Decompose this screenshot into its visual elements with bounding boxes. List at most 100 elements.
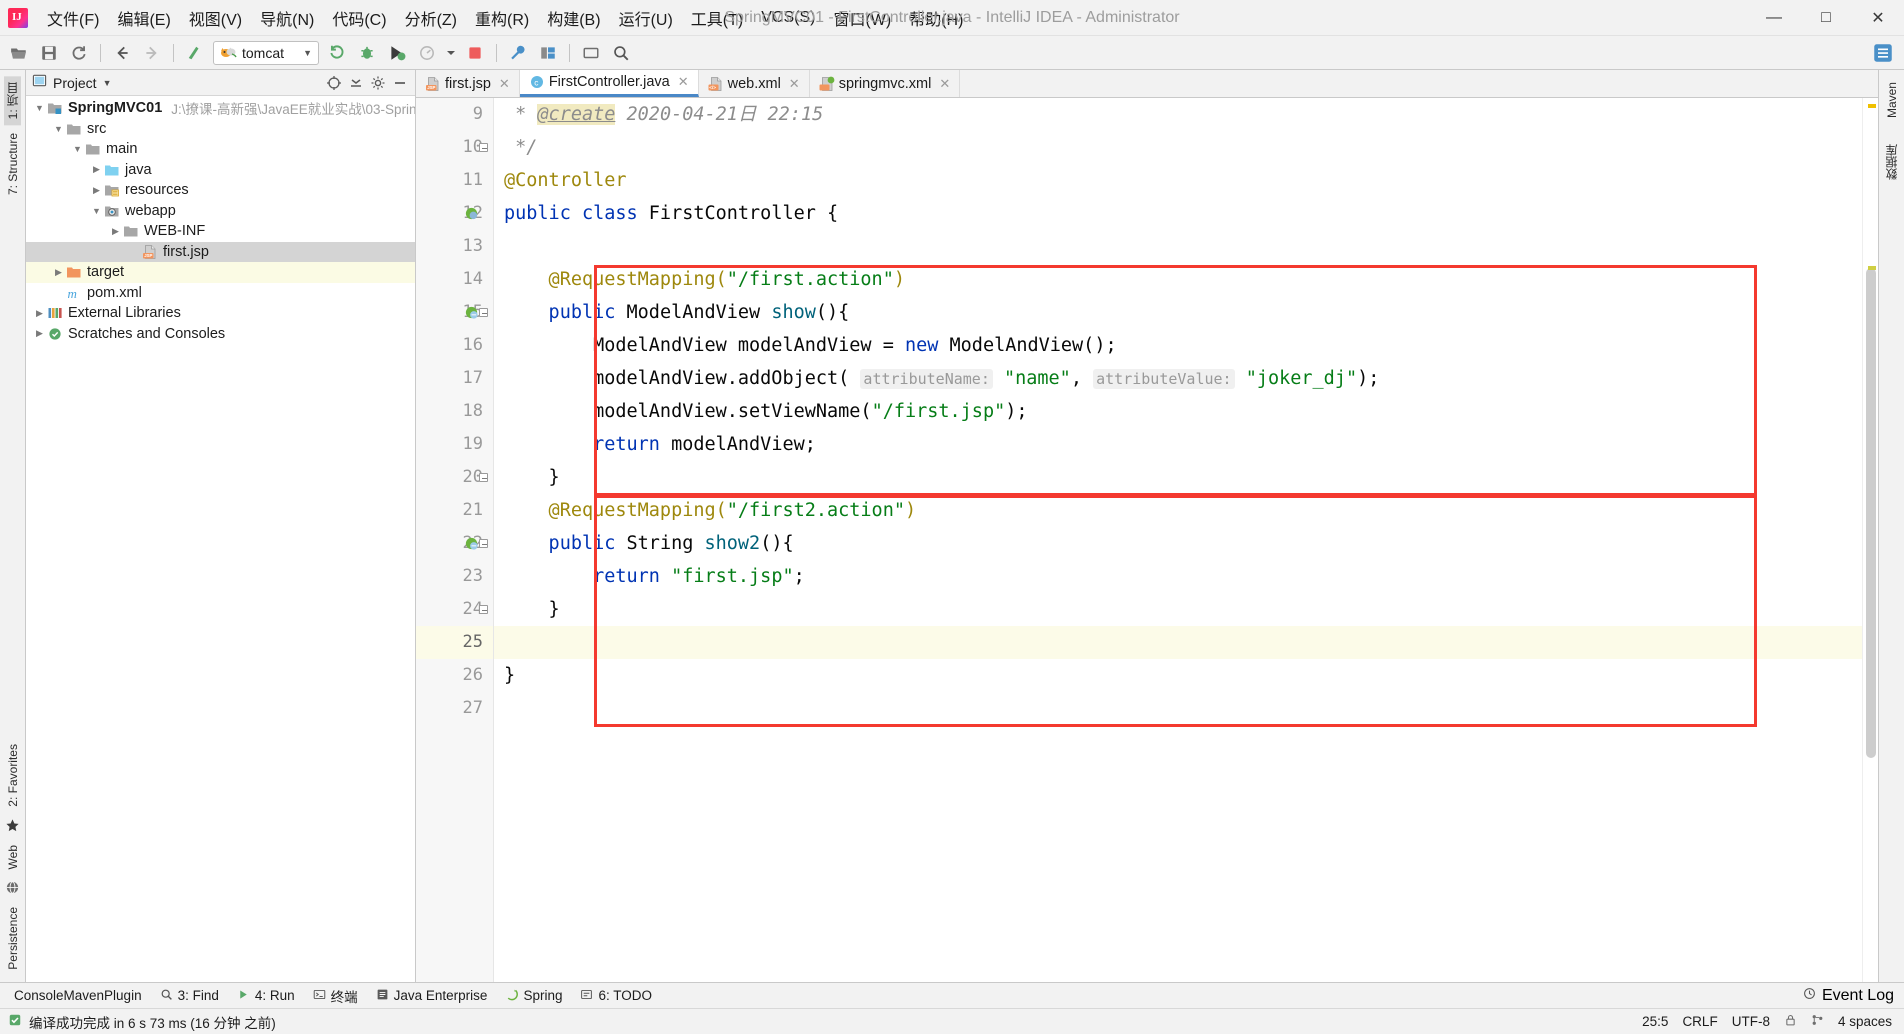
gutter-line-number-25[interactable]: 25 — [416, 626, 493, 659]
menu-analyze[interactable]: 分析(Z) — [396, 3, 466, 33]
project-structure-icon[interactable] — [535, 40, 561, 66]
gutter-spring-bean-icon[interactable] — [456, 197, 486, 230]
editor-tab-close-icon[interactable]: ✕ — [678, 74, 689, 90]
gutter-line-number-23[interactable]: 23 — [416, 560, 493, 593]
scroll-from-source-icon[interactable] — [324, 73, 344, 93]
tree-expand-arrow-right-icon[interactable]: ▶ — [108, 226, 123, 237]
rail-item-persistence[interactable]: Persistence — [6, 901, 20, 976]
menu-code[interactable]: 代码(C) — [323, 3, 395, 33]
menu-refactor[interactable]: 重构(R) — [466, 3, 538, 33]
toolwin-console-maven-plugin[interactable]: ConsoleMavenPlugin — [6, 986, 150, 1005]
tree-node-external-libraries[interactable]: ▶ External Libraries — [26, 303, 415, 324]
menu-vcs[interactable]: VCS(S) — [752, 6, 824, 30]
back-arrow-icon[interactable] — [109, 40, 135, 66]
menu-navigate[interactable]: 导航(N) — [251, 3, 323, 33]
maximize-button[interactable]: □ — [1800, 0, 1852, 36]
menu-file[interactable]: 文件(F) — [38, 3, 108, 33]
rail-item-maven[interactable]: Maven — [1885, 76, 1899, 124]
menu-run[interactable]: 运行(U) — [610, 3, 682, 33]
rail-item-favorites[interactable]: 2: Favorites — [6, 738, 20, 813]
editor-tab-springmvc-xml[interactable]: springmvc.xml ✕ — [810, 70, 961, 97]
caret-position[interactable]: 25:5 — [1642, 1014, 1668, 1029]
editor-tab-close-icon[interactable]: ✕ — [499, 76, 510, 92]
search-everywhere-icon[interactable] — [608, 40, 634, 66]
code-fold-collapse-icon[interactable] — [477, 593, 490, 626]
menu-build[interactable]: 构建(B) — [538, 3, 609, 33]
rail-item-structure[interactable]: 7: Structure — [6, 127, 20, 201]
gutter-line-number-17[interactable]: 17 — [416, 362, 493, 395]
code-fold-collapse-icon[interactable] — [477, 296, 490, 329]
gutter-line-number-26[interactable]: 26 — [416, 659, 493, 692]
tree-node-first-jsp[interactable]: JSP first.jsp — [26, 241, 415, 262]
rail-item-web[interactable]: Web — [6, 839, 20, 875]
editor-tab-web-xml[interactable]: </> web.xml ✕ — [699, 70, 810, 97]
file-encoding[interactable]: UTF-8 — [1732, 1014, 1770, 1029]
toolwin-spring[interactable]: Spring — [497, 986, 570, 1006]
code-fold-collapse-icon[interactable] — [477, 527, 490, 560]
tree-node-webapp[interactable]: ▼ webapp — [26, 201, 415, 222]
indent-setting[interactable]: 4 spaces — [1838, 1014, 1892, 1029]
menu-edit[interactable]: 编辑(E) — [108, 3, 179, 33]
profile-dropdown-icon[interactable] — [444, 40, 458, 66]
stop-icon[interactable] — [462, 40, 488, 66]
gutter-line-number-13[interactable]: 13 — [416, 230, 493, 263]
open-project-icon[interactable] — [6, 40, 32, 66]
profile-icon[interactable] — [414, 40, 440, 66]
tree-node-java[interactable]: ▶ java — [26, 160, 415, 181]
line-separator[interactable]: CRLF — [1682, 1014, 1717, 1029]
panel-settings-gear-icon[interactable] — [368, 73, 388, 93]
chevron-down-icon[interactable]: ▼ — [303, 48, 312, 58]
gutter-line-number-27[interactable]: 27 — [416, 692, 493, 725]
menu-help[interactable]: 帮助(H) — [900, 3, 972, 33]
editor-scrollbar[interactable] — [1862, 98, 1878, 982]
tree-node-src[interactable]: ▼ src — [26, 119, 415, 140]
collapse-all-icon[interactable] — [346, 73, 366, 93]
editor-tab-first-jsp[interactable]: JSP first.jsp ✕ — [416, 70, 520, 97]
editor-gutter[interactable]: 9101112131415161718192021222324252627 — [416, 98, 494, 982]
run-with-coverage-icon[interactable] — [384, 40, 410, 66]
scrollbar-thumb[interactable] — [1866, 268, 1876, 758]
tree-node-pom-xml[interactable]: m pom.xml — [26, 283, 415, 304]
project-tree[interactable]: ▼ SpringMVC01 J:\撩课-高新强\JavaEE就业实战\03-Spri… — [26, 96, 415, 982]
toolwin-run[interactable]: 4: Run — [229, 986, 303, 1006]
gutter-line-number-19[interactable]: 19 — [416, 428, 493, 461]
gutter-line-number-11[interactable]: 11 — [416, 164, 493, 197]
save-all-icon[interactable] — [36, 40, 62, 66]
rail-item-project[interactable]: 1: 项目 — [4, 76, 21, 126]
code-editor[interactable]: 9101112131415161718192021222324252627 * … — [416, 98, 1878, 982]
debug-icon[interactable] — [354, 40, 380, 66]
tree-expand-arrow-down-icon[interactable]: ▼ — [70, 144, 85, 154]
rail-item-database[interactable]: 数据库 — [1883, 138, 1900, 186]
update-project-icon[interactable] — [578, 40, 604, 66]
tree-node-scratches-and-consoles[interactable]: ▶ Scratches and Consoles — [26, 324, 415, 345]
gutter-line-number-18[interactable]: 18 — [416, 395, 493, 428]
menu-window[interactable]: 窗口(W) — [824, 3, 900, 33]
gutter-line-number-21[interactable]: 21 — [416, 494, 493, 527]
menu-view[interactable]: 视图(V) — [180, 3, 251, 33]
minimize-button[interactable]: — — [1748, 0, 1800, 36]
tree-expand-arrow-right-icon[interactable]: ▶ — [89, 185, 104, 196]
editor-code-content[interactable]: * @create 2020-04-21日 22:15 */ @Controll… — [494, 98, 1862, 982]
forward-arrow-icon[interactable] — [139, 40, 165, 66]
gutter-line-number-9[interactable]: 9 — [416, 98, 493, 131]
tree-expand-arrow-down-icon[interactable]: ▼ — [89, 206, 104, 216]
toolwin-todo[interactable]: 6: TODO — [572, 986, 660, 1006]
toolwin-java-enterprise[interactable]: Java Enterprise — [368, 986, 496, 1006]
editor-tab-close-icon[interactable]: ✕ — [789, 76, 800, 92]
tree-expand-arrow-right-icon[interactable]: ▶ — [51, 267, 66, 278]
gutter-line-number-16[interactable]: 16 — [416, 329, 493, 362]
tree-expand-arrow-down-icon[interactable]: ▼ — [51, 124, 66, 134]
code-fold-collapse-icon[interactable] — [477, 131, 490, 164]
git-branch-icon[interactable] — [1811, 1013, 1824, 1030]
tree-expand-arrow-down-icon[interactable]: ▼ — [32, 103, 47, 113]
code-fold-collapse-icon[interactable] — [477, 461, 490, 494]
ide-settings-icon[interactable] — [1870, 40, 1896, 66]
rerun-icon[interactable] — [324, 40, 350, 66]
tree-node-web-inf[interactable]: ▶ WEB-INF — [26, 221, 415, 242]
toolwin-terminal[interactable]: 终端 — [305, 984, 366, 1008]
editor-tab-close-icon[interactable]: ✕ — [939, 76, 950, 92]
tree-expand-arrow-right-icon[interactable]: ▶ — [32, 308, 47, 319]
menu-tools[interactable]: 工具(T) — [682, 3, 752, 33]
gutter-line-number-14[interactable]: 14 — [416, 263, 493, 296]
sync-refresh-icon[interactable] — [66, 40, 92, 66]
